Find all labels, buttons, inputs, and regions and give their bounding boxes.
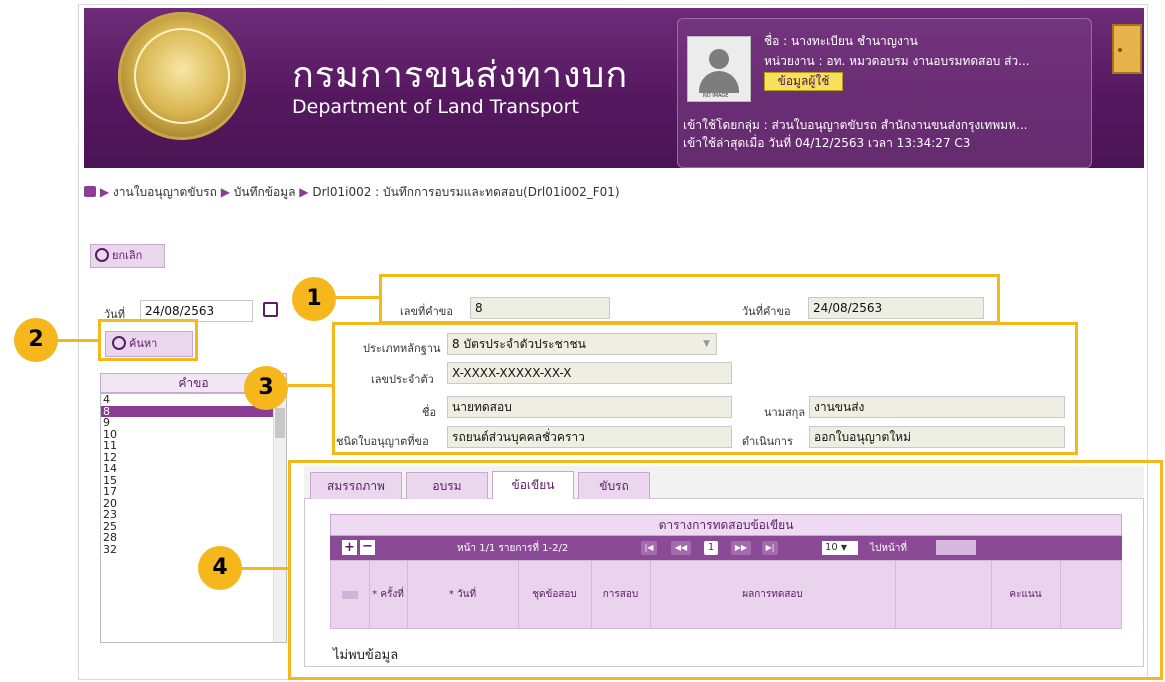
callout-number-4: 4 [198,546,242,590]
request-list-item[interactable]: 10 [101,428,273,441]
breadcrumb-arrow-icon: ▶ [299,185,309,199]
request-list-item[interactable]: 8 [101,405,273,417]
breadcrumb-item[interactable]: งานใบอนุญาตขับรถ [113,185,217,199]
callout-line-4 [242,567,288,570]
logout-door-icon[interactable] [1112,24,1142,74]
request-list-item[interactable]: 23 [101,509,273,521]
request-list-item[interactable]: 32 [101,543,273,556]
callout-line-3 [288,384,332,387]
callout-box-4 [288,460,1163,680]
request-list-item[interactable]: 11 [101,440,273,452]
home-icon[interactable] [84,186,96,197]
department-seal-logo [118,12,246,140]
cancel-icon [95,248,109,262]
login-group: เข้าใช้โดยกลุ่ม : ส่วนใบอนุญาตขับรถ สำนั… [683,118,1028,132]
callout-box-1 [379,274,1000,324]
cancel-label: ยกเลิก [112,249,143,262]
user-name: ชื่อ : นางทะเบียน ชำนาญงาน [764,34,918,48]
request-list-item[interactable]: 28 [101,532,273,544]
breadcrumb-arrow-icon: ▶ [220,185,230,199]
breadcrumb-item[interactable]: บันทึกข้อมูล [234,185,296,199]
avatar: NO IMAGE [687,36,751,102]
breadcrumb: ▶ งานใบอนุญาตขับรถ ▶ บันทึกข้อมูล ▶ Drl0… [84,183,620,202]
header-title-thai: กรมการขนส่งทางบก [292,55,629,96]
callout-number-1: 1 [292,277,336,321]
scrollbar[interactable] [273,394,286,642]
callout-number-3: 3 [244,366,288,410]
user-unit: หน่วยงาน : อท. หมวดอบรม งานอบรมทดสอบ ส่ว… [764,54,1030,68]
request-list-item[interactable]: 17 [101,486,273,498]
callout-box-2 [98,319,198,361]
request-list[interactable]: 4 8 9 10 11 12 14 15 17 20 23 25 28 32 [100,393,287,643]
request-list-item[interactable]: 9 [101,417,273,429]
last-login: เข้าใช้ล่าสุดเมื่อ วันที่ 04/12/2563 เวล… [683,136,971,150]
callout-line-2 [58,339,98,342]
request-list-item[interactable]: 20 [101,497,273,510]
callout-box-3 [332,322,1078,455]
breadcrumb-item: Drl01i002 : บันทึกการอบรมและทดสอบ(Drl01i… [312,185,620,199]
request-list-item[interactable]: 14 [101,463,273,475]
breadcrumb-arrow-icon: ▶ [99,185,110,199]
callout-number-2: 2 [14,318,58,362]
request-list-item[interactable]: 15 [101,474,273,487]
header-title-english: Department of Land Transport [292,96,579,118]
cancel-button[interactable]: ยกเลิก [90,244,165,268]
user-info-button[interactable]: ข้อมูลผู้ใช้ [764,72,843,91]
callout-line-1 [334,296,379,299]
request-list-item[interactable]: 12 [101,451,273,464]
calendar-icon[interactable] [263,302,278,317]
request-list-item[interactable]: 25 [101,520,273,533]
avatar-caption: NO IMAGE [703,93,729,99]
